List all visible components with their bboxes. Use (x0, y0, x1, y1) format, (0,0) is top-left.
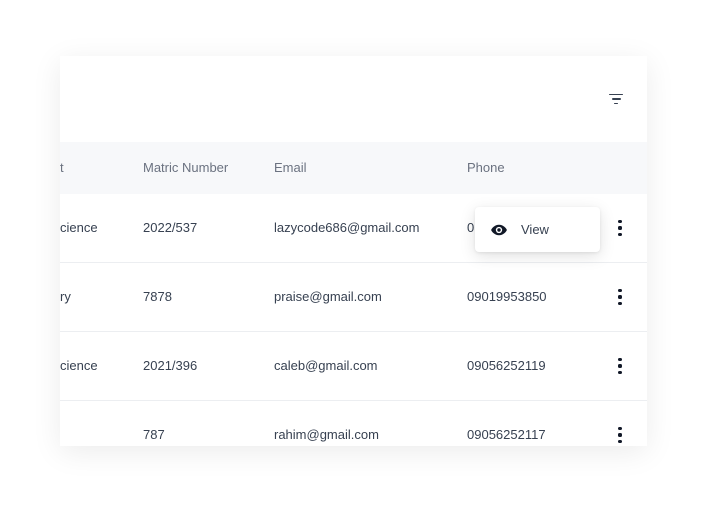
cell-matric-number: 2022/537 (143, 220, 198, 235)
row-actions-icon[interactable] (611, 425, 629, 445)
cell-email: caleb@gmail.com (274, 358, 378, 373)
row-actions-icon[interactable] (611, 218, 629, 238)
cell-email: rahim@gmail.com (274, 427, 379, 442)
cell-phone: 0 (467, 220, 475, 235)
eye-icon (491, 224, 507, 235)
table-row[interactable]: 787 rahim@gmail.com 09056252117 (60, 401, 647, 446)
filter-icon[interactable] (606, 90, 626, 108)
view-menu-item[interactable]: View (521, 222, 549, 237)
row-actions-menu[interactable]: View (475, 207, 600, 252)
cell-matric-number: 7878 (143, 289, 172, 304)
cell-matric-number: 787 (143, 427, 165, 442)
cell-phone: 09056252117 (467, 427, 546, 442)
table-toolbar (60, 56, 647, 142)
header-email[interactable]: Email (274, 142, 307, 194)
cell-email: praise@gmail.com (274, 289, 382, 304)
cell-matric-number: 2021/396 (143, 358, 198, 373)
table-row[interactable]: ry 7878 praise@gmail.com 09019953850 (60, 263, 647, 332)
table-row[interactable]: cience 2021/396 caleb@gmail.com 09056252… (60, 332, 647, 401)
cell-department: cience (60, 358, 98, 373)
row-actions-icon[interactable] (611, 287, 629, 307)
cell-department: cience (60, 220, 98, 235)
header-phone[interactable]: Phone (467, 142, 505, 194)
cell-email: lazycode686@gmail.com (274, 220, 420, 235)
cell-phone: 09019953850 (467, 289, 547, 304)
header-matric-number[interactable]: Matric Number (143, 142, 228, 194)
table-header: t Matric Number Email Phone (60, 142, 647, 195)
row-actions-icon[interactable] (611, 356, 629, 376)
cell-phone: 09056252119 (467, 358, 546, 373)
header-department[interactable]: t (60, 142, 64, 194)
cell-department: ry (60, 289, 71, 304)
